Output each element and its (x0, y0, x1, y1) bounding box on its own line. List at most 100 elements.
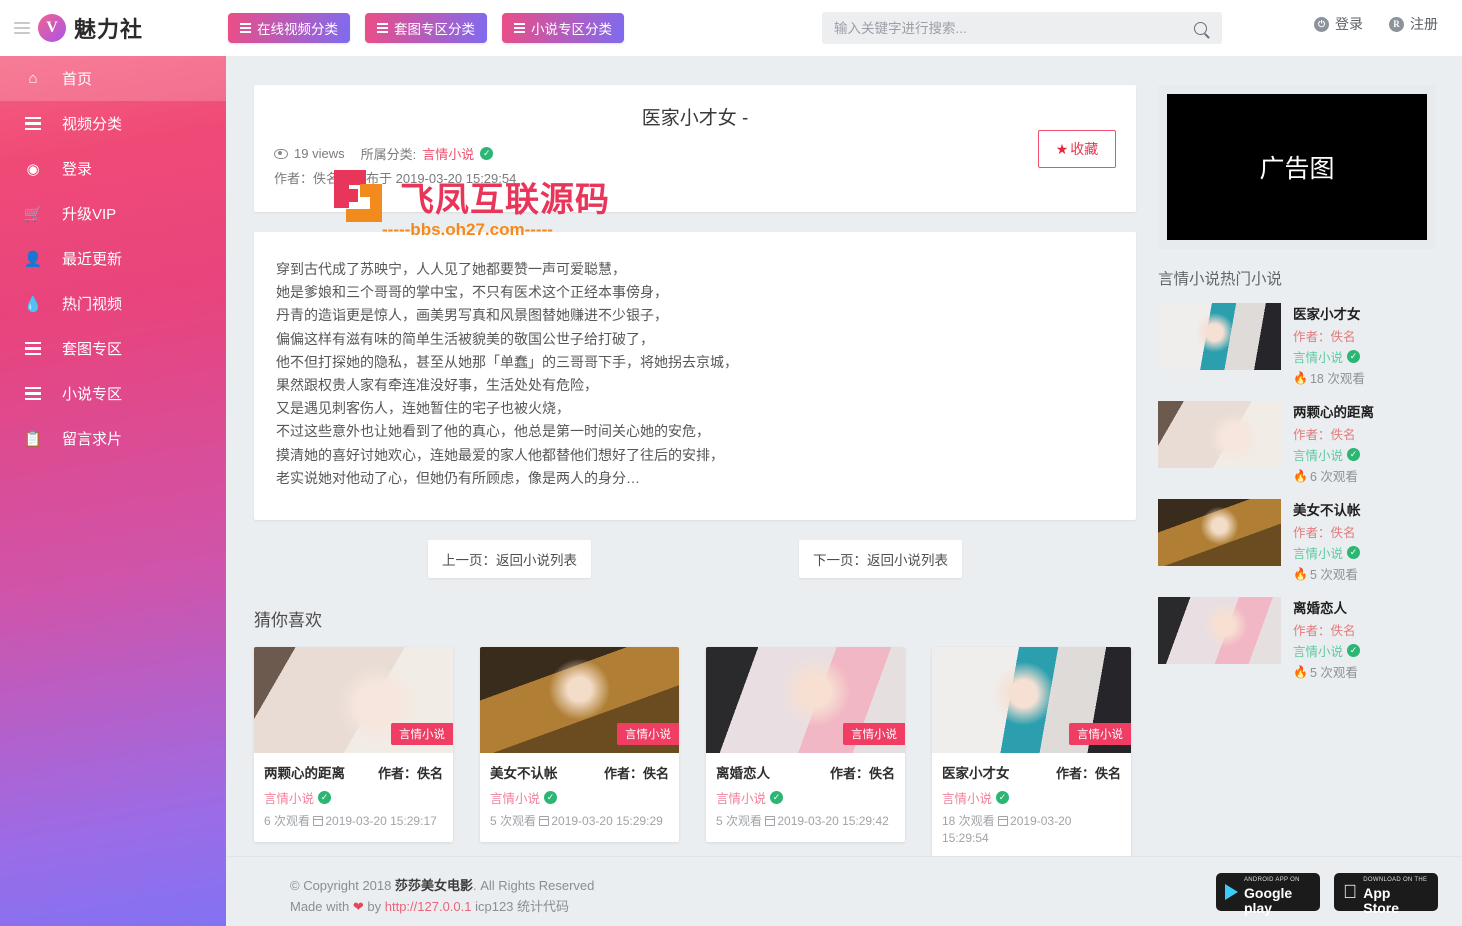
search-button[interactable] (1178, 12, 1222, 44)
hot-item-author: 作者：佚名 (1293, 330, 1356, 344)
header-nav-buttons: 在线视频分类 套图专区分类 小说专区分类 (228, 13, 624, 43)
hot-item-views-label: 5 次观看 (1309, 568, 1358, 582)
hot-item-title: 医家小才女 (1293, 307, 1361, 322)
category-prefix-label: 所属分类: (360, 147, 417, 162)
hot-item-title: 离婚恋人 (1293, 601, 1347, 616)
calendar-icon (538, 816, 550, 827)
hot-list-item[interactable]: 两颗心的距离 作者：佚名 言情小说 ✓ 🔥 6 次观看 (1158, 401, 1436, 485)
views-count: 19 views (294, 146, 345, 161)
badge-sub-label: Download on the (1363, 877, 1427, 883)
list-icon (24, 116, 42, 131)
hamburger-icon[interactable] (14, 22, 30, 34)
card-title-row: 离婚恋人 作者：佚名 (716, 762, 895, 782)
sidebar-item-label: 首页 (62, 71, 93, 88)
card-author: 作者：佚名 (603, 766, 669, 782)
google-play-icon (1225, 884, 1238, 900)
recommendation-card[interactable]: 言情小说 离婚恋人 作者：佚名 言情小说 ✓ 5 次观看 2019-03-20 … (706, 647, 905, 843)
copyright-suffix: . All Rights Reserved (473, 878, 595, 893)
card-title-row: 美女不认帐 作者：佚名 (490, 762, 669, 782)
card-category: 言情小说 ✓ (716, 788, 895, 807)
hot-list-item[interactable]: 美女不认帐 作者：佚名 言情小说 ✓ 🔥 5 次观看 (1158, 499, 1436, 583)
prev-page-link[interactable]: 上一页：返回小说列表 (428, 540, 591, 579)
badge-main-label: Google play (1244, 885, 1293, 916)
google-play-badge[interactable]: ANDROID APP ON Google play (1216, 873, 1320, 916)
card-title: 医家小才女 (942, 766, 1010, 782)
eye-icon (274, 148, 288, 159)
card-stats: 18 次观看 2019-03-20 15:29:54 (942, 813, 1121, 847)
verified-icon: ✓ (544, 791, 558, 805)
clipboard-icon: 📋 (23, 430, 43, 448)
search-icon (1193, 21, 1207, 35)
article-line: 丹青的造诣更是惊人，画美男写真和风景图替她赚进不少银子， (276, 307, 668, 324)
hot-item-views: 🔥 18 次观看 (1293, 368, 1436, 387)
hot-item-author: 作者：佚名 (1293, 624, 1356, 638)
verified-icon: ✓ (1347, 644, 1361, 657)
made-prefix: Made with (290, 899, 353, 914)
hot-list-item[interactable]: 医家小才女 作者：佚名 言情小说 ✓ 🔥 18 次观看 (1158, 303, 1436, 387)
apple-icon:  (1343, 883, 1357, 902)
article-category-link[interactable]: 言情小说 (422, 144, 474, 163)
thumbnail-image (1158, 303, 1281, 370)
logo-area: V 魅力社 (0, 12, 228, 44)
verified-icon: ✓ (1347, 350, 1361, 363)
sidebar-item-label: 最近更新 (62, 251, 123, 268)
category-tag: 言情小说 (391, 723, 453, 746)
badge-sub-label: ANDROID APP ON (1244, 877, 1300, 883)
list-icon (514, 23, 525, 33)
recommendation-card[interactable]: 言情小说 两颗心的距离 作者：佚名 言情小说 ✓ 6 次观看 2019-03-2… (254, 647, 453, 843)
sidebar-item-recent-updates[interactable]: 👤 最近更新 (0, 236, 226, 281)
ad-container[interactable]: 广告图 (1158, 85, 1436, 249)
sidebar-item-video-categories[interactable]: 视频分类 (0, 101, 226, 146)
hot-item-category: 言情小说 ✓ (1293, 543, 1436, 562)
next-page-link[interactable]: 下一页：返回小说列表 (799, 540, 962, 579)
recommendation-card[interactable]: 言情小说 医家小才女 作者：佚名 言情小说 ✓ 18 次观看 2019-03-2… (932, 647, 1131, 860)
article-line: 又是遇见刺客伤人，连她暂住的宅子也被火烧， (276, 400, 570, 417)
nav-button-photo-zone[interactable]: 套图专区分类 (365, 13, 487, 43)
sidebar-item-upgrade-vip[interactable]: 🛒 升级VIP (0, 191, 226, 236)
favorite-button[interactable]: ★ 收藏 (1038, 130, 1116, 168)
page-title: 医家小才女 - (641, 108, 749, 129)
card-stats: 5 次观看 2019-03-20 15:29:29 (490, 813, 669, 830)
nav-button-novel-zone[interactable]: 小说专区分类 (502, 13, 624, 43)
card-title-row: 两颗心的距离 作者：佚名 (264, 762, 443, 782)
register-link[interactable]: R 注册 (1389, 14, 1438, 34)
login-link[interactable]: ⏻ 登录 (1314, 14, 1363, 34)
person-icon: 👤 (23, 250, 43, 268)
app-store-badge[interactable]:  Download on the App Store (1334, 873, 1438, 916)
sidebar-item-home[interactable]: ⌂ 首页 (0, 56, 226, 101)
flame-icon: 💧 (23, 295, 43, 313)
register-icon: R (1389, 16, 1404, 32)
hot-item-category-label: 言情小说 (1293, 351, 1344, 365)
sidebar-item-photo-zone[interactable]: 套图专区 (0, 326, 226, 371)
thumbnail (1158, 597, 1281, 664)
hot-item-views: 🔥 5 次观看 (1293, 662, 1436, 681)
sidebar-item-login[interactable]: ◉ 登录 (0, 146, 226, 191)
list-icon (24, 341, 42, 356)
sidebar-item-novel-zone[interactable]: 小说专区 (0, 371, 226, 416)
card-date: 2019-03-20 15:29:42 (777, 814, 889, 829)
hot-item-views: 🔥 5 次观看 (1293, 564, 1436, 583)
sidebar-item-message-board[interactable]: 📋 留言求片 (0, 416, 226, 461)
search-input[interactable] (822, 20, 1178, 36)
footer-link[interactable]: http://127.0.0.1 (385, 899, 472, 914)
logo-text[interactable]: 魅力社 (74, 12, 143, 44)
nav-button-online-video[interactable]: 在线视频分类 (228, 13, 350, 43)
verified-icon: ✓ (480, 147, 494, 160)
sidebar-item-hot-videos[interactable]: 💧 热门视频 (0, 281, 226, 326)
card-views: 6 次观看 (264, 814, 311, 829)
recommendation-card[interactable]: 言情小说 美女不认帐 作者：佚名 言情小说 ✓ 5 次观看 2019-03-20… (480, 647, 679, 843)
thumbnail-image (1158, 499, 1281, 566)
card-views: 5 次观看 (490, 814, 537, 829)
cart-icon: 🛒 (23, 205, 43, 223)
hot-list-item[interactable]: 离婚恋人 作者：佚名 言情小说 ✓ 🔥 5 次观看 (1158, 597, 1436, 681)
article-line: 摸清她的喜好讨她欢心，连她最爱的家人他都替他们想好了往后的安排， (276, 446, 724, 463)
hot-item-info: 医家小才女 作者：佚名 言情小说 ✓ 🔥 18 次观看 (1293, 303, 1436, 387)
list-icon (377, 23, 388, 33)
recommendations-heading: 猜你喜欢 (254, 611, 322, 631)
account-links: ⏻ 登录 R 注册 (1314, 14, 1438, 34)
published-label: 发布于 2019-03-20 15:29:54 (353, 171, 517, 186)
article-body-card: 穿到古代成了苏映宁，人人见了她都要赞一声可爱聪慧， 她是爹娘和三个哥哥的掌中宝，… (254, 232, 1136, 521)
card-category-label: 言情小说 (716, 792, 767, 807)
copyright-prefix: © Copyright 2018 (290, 878, 395, 893)
card-category: 言情小说 ✓ (942, 788, 1121, 807)
